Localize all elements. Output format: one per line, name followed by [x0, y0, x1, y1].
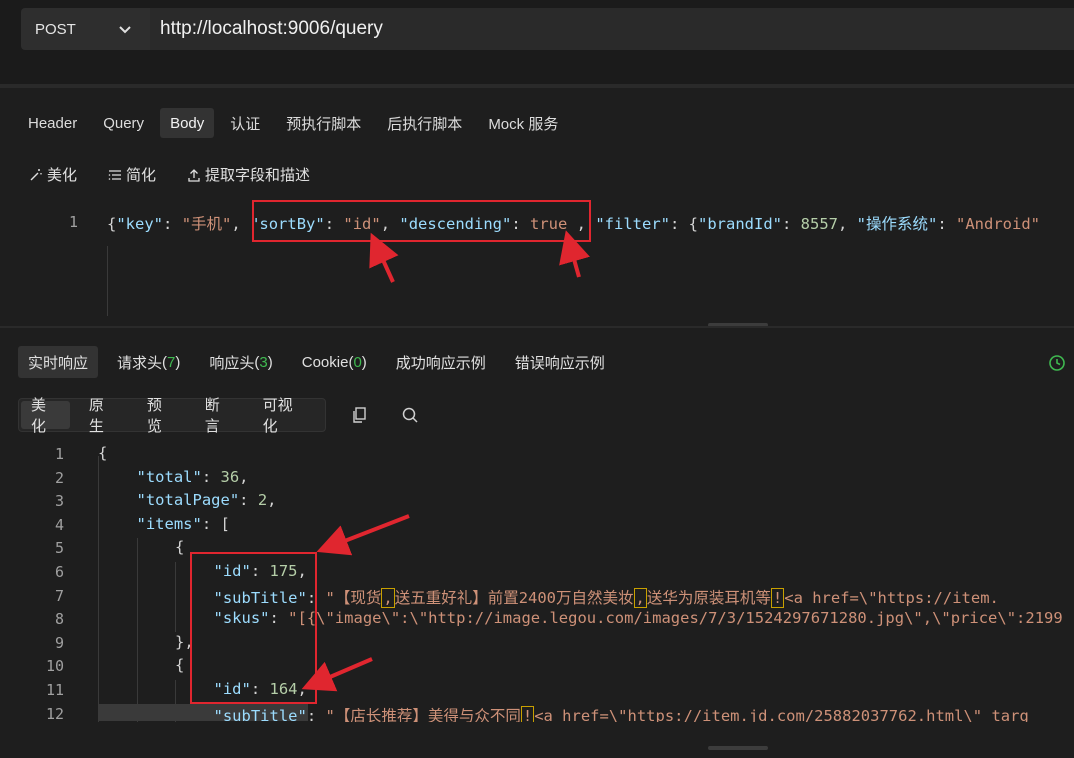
annotation-arrows	[301, 230, 590, 692]
arrow-to-id-164	[301, 657, 373, 692]
arrow-to-id-175	[316, 514, 410, 556]
arrow-to-descending	[559, 230, 590, 278]
arrow-to-sortby	[369, 232, 399, 283]
